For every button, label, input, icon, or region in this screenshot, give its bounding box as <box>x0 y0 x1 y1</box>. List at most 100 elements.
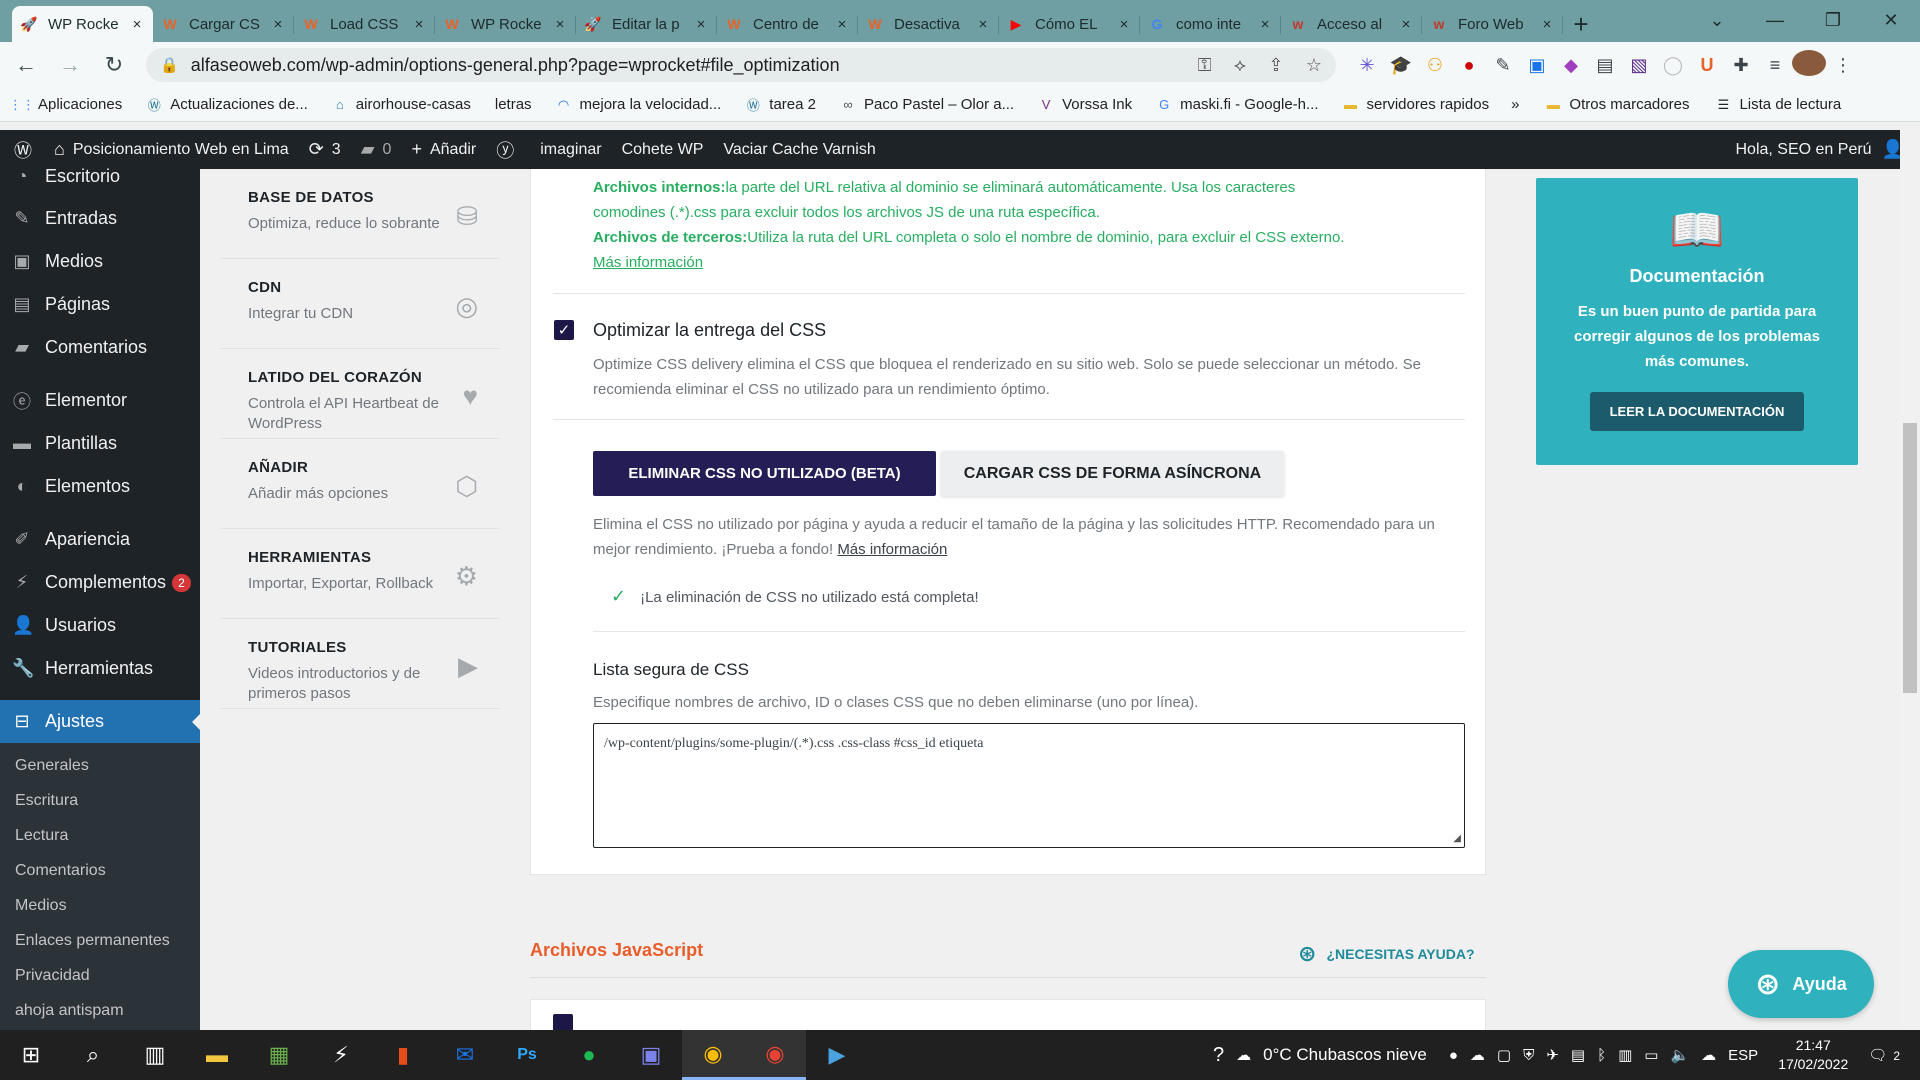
submenu-item[interactable]: Generales <box>0 749 200 784</box>
tray-icon-d[interactable]: ▤ <box>1571 1046 1585 1064</box>
settings-nav-item[interactable]: BASE DE DATOS Optimiza, reduce lo sobrant… <box>220 169 500 259</box>
js-option-checkbox[interactable] <box>553 1014 573 1031</box>
extensions-puzzle-icon[interactable]: ✚ <box>1724 55 1758 76</box>
extension-feather-icon[interactable]: ◆ <box>1554 55 1588 76</box>
chrome-icon[interactable]: ◉ <box>682 1030 744 1080</box>
help-beacon-button[interactable]: ⊛ Ayuda <box>1728 950 1874 1018</box>
browser-tab[interactable]: W Load CSS × <box>294 6 435 42</box>
maximize-button[interactable]: ❐ <box>1804 0 1862 40</box>
extension-people-icon[interactable]: ⚇ <box>1418 55 1452 76</box>
bluetooth-icon[interactable]: ᛒ <box>1597 1047 1606 1064</box>
browser-tab[interactable]: W Cargar CS × <box>153 6 294 42</box>
language-indicator[interactable]: ESP <box>1728 1047 1758 1064</box>
settings-nav-item[interactable]: HERRAMIENTAS Importar, Exportar, Rollback… <box>220 529 500 619</box>
updates-menu[interactable]: ⟳ 3 <box>309 139 341 160</box>
sidebar-item-medios[interactable]: ▣ Medios <box>0 240 200 283</box>
chrome-profile-icon[interactable]: ◉ <box>744 1030 806 1080</box>
sidebar-item-elementos[interactable]: ◐ Elementos <box>0 465 200 508</box>
network-icon[interactable]: ▥ <box>1618 1046 1632 1064</box>
onedrive-icon[interactable]: ☁ <box>1701 1046 1716 1064</box>
close-icon[interactable]: × <box>834 16 850 33</box>
remove-css-more-info-link[interactable]: Más información <box>837 541 947 558</box>
read-documentation-button[interactable]: LEER LA DOCUMENTACIÓN <box>1589 392 1805 431</box>
office-icon[interactable]: ▮ <box>372 1030 434 1080</box>
optimize-css-delivery-checkbox[interactable]: ✓ <box>554 320 574 340</box>
sidebar-item-usuarios[interactable]: 👤 Usuarios <box>0 604 200 647</box>
need-help-link[interactable]: ⊛ ¿NECESITAS AYUDA? <box>1298 941 1475 967</box>
comments-menu[interactable]: ▰ 0 <box>361 139 392 160</box>
bookmark-item[interactable]: ∞ Paco Pastel – Olor a... <box>840 96 1014 113</box>
extension-circle-icon[interactable]: ◯ <box>1656 55 1690 76</box>
url-text[interactable]: alfaseoweb.com/wp-admin/options-general.… <box>191 55 1180 76</box>
weather-text[interactable]: 0°C Chubascos nieve <box>1263 1045 1427 1065</box>
browser-tab[interactable]: W Centro de × <box>717 6 858 42</box>
other-bookmarks[interactable]: ▬ Otros marcadores <box>1545 96 1690 113</box>
sidebar-item-herramientas[interactable]: 🔧 Herramientas <box>0 647 200 690</box>
browser-tab[interactable]: 🚀 WP Rocke × <box>12 6 153 42</box>
submenu-item[interactable]: Privacidad <box>0 959 200 994</box>
scrollbar-thumb[interactable] <box>1903 423 1917 693</box>
remove-unused-css-button[interactable]: ELIMINAR CSS NO UTILIZADO (BETA) <box>593 451 936 496</box>
wp-logo-menu[interactable]: Ⓦ <box>14 137 40 163</box>
menu-kebab-icon[interactable]: ⋮ <box>1826 55 1860 76</box>
winamp-icon[interactable]: ⚡ <box>310 1030 372 1080</box>
store-icon[interactable]: ▦ <box>248 1030 310 1080</box>
star-icon[interactable]: ☆ <box>1306 55 1322 75</box>
browser-tab[interactable]: W Desactiva × <box>858 6 999 42</box>
close-icon[interactable]: × <box>1116 16 1132 33</box>
windows-start-icon[interactable]: ⊞ <box>0 1030 62 1080</box>
spotify-icon[interactable]: ● <box>558 1030 620 1080</box>
extension-image-icon[interactable]: ▧ <box>1622 55 1656 76</box>
shield-icon[interactable]: ⛨ <box>1523 1047 1534 1064</box>
sidebar-item-escritorio[interactable]: ◔ Escritorio <box>0 165 200 187</box>
task-view-icon[interactable]: ▥ <box>124 1030 186 1080</box>
bookmark-item[interactable]: ◠ mejora la velocidad... <box>556 96 721 113</box>
translate-icon[interactable]: ⟡ <box>1234 55 1246 75</box>
tray-icon-b[interactable]: ▢ <box>1497 1046 1511 1064</box>
extension-doc-icon[interactable]: ▤ <box>1588 55 1622 76</box>
key-icon[interactable]: ⚿ <box>1198 55 1212 75</box>
close-icon[interactable]: × <box>552 16 568 33</box>
browser-tab[interactable]: ▶ Cómo EL × <box>999 6 1140 42</box>
adminbar-link-cohete[interactable]: Cohete WP <box>622 141 704 159</box>
reading-list[interactable]: ☰ Lista de lectura <box>1715 96 1842 113</box>
close-icon[interactable]: × <box>1257 16 1273 33</box>
profile-avatar[interactable] <box>1792 49 1826 81</box>
browser-tab[interactable]: w Foro Web × <box>1422 6 1563 42</box>
teams-icon[interactable]: ▣ <box>620 1030 682 1080</box>
sidebar-item-elementor[interactable]: ⓔ Elementor <box>0 379 200 422</box>
volume-icon[interactable]: 🔈 <box>1670 1046 1689 1064</box>
bookmark-item[interactable]: Ⓦ Actualizaciones de... <box>146 96 308 113</box>
sidebar-item-entradas[interactable]: ✎ Entradas <box>0 197 200 240</box>
bookmark-item[interactable]: letras <box>495 96 532 113</box>
search-icon[interactable]: ⌕ <box>62 1030 124 1080</box>
close-icon[interactable]: × <box>1398 16 1414 33</box>
extension-seo-icon[interactable]: ● <box>1452 55 1486 76</box>
help-icon[interactable]: ? <box>1213 1044 1224 1067</box>
photoshop-icon[interactable]: Ps <box>496 1030 558 1080</box>
bookmark-item[interactable]: Ⓦtarea 2 <box>745 96 816 113</box>
submenu-item[interactable]: Lectura <box>0 819 200 854</box>
reading-mode-icon[interactable]: ≡ <box>1758 55 1792 76</box>
sidebar-item-complementos[interactable]: ⚡ Complementos 2 <box>0 561 200 604</box>
submenu-item[interactable]: Enlaces permanentes <box>0 924 200 959</box>
reload-button[interactable]: ↻ <box>96 47 132 83</box>
bookmarks-more[interactable]: » <box>1511 96 1519 113</box>
bookmark-item[interactable]: ⋮⋮ Aplicaciones <box>9 96 122 113</box>
close-icon[interactable]: × <box>975 16 991 33</box>
tray-icon-a[interactable]: ☁ <box>1470 1046 1485 1064</box>
extension-new-icon[interactable]: ▣ <box>1520 55 1554 76</box>
bookmark-item[interactable]: ▬ servidores rapidos <box>1343 96 1489 113</box>
adminbar-link-varnish[interactable]: Vaciar Cache Varnish <box>723 141 875 159</box>
outlook-icon[interactable]: ✉ <box>434 1030 496 1080</box>
tray-icon-c[interactable]: ✈ <box>1546 1046 1559 1064</box>
adminbar-link-imaginar[interactable]: imaginar <box>540 141 601 159</box>
close-icon[interactable]: × <box>693 16 709 33</box>
load-css-async-button[interactable]: CARGAR CSS DE FORMA ASÍNCRONA <box>941 451 1284 496</box>
clock[interactable]: 21:47 17/02/2022 <box>1778 1036 1848 1074</box>
submenu-item[interactable]: Medios <box>0 889 200 924</box>
yoast-menu[interactable]: ⓨ <box>496 137 522 163</box>
browser-tab[interactable]: W WP Rocke × <box>435 6 576 42</box>
css-safelist-textarea[interactable]: /wp-content/plugins/some-plugin/(.*).css… <box>593 723 1465 848</box>
my-account-menu[interactable]: Hola, SEO en Perú 👤 <box>1736 139 1905 160</box>
